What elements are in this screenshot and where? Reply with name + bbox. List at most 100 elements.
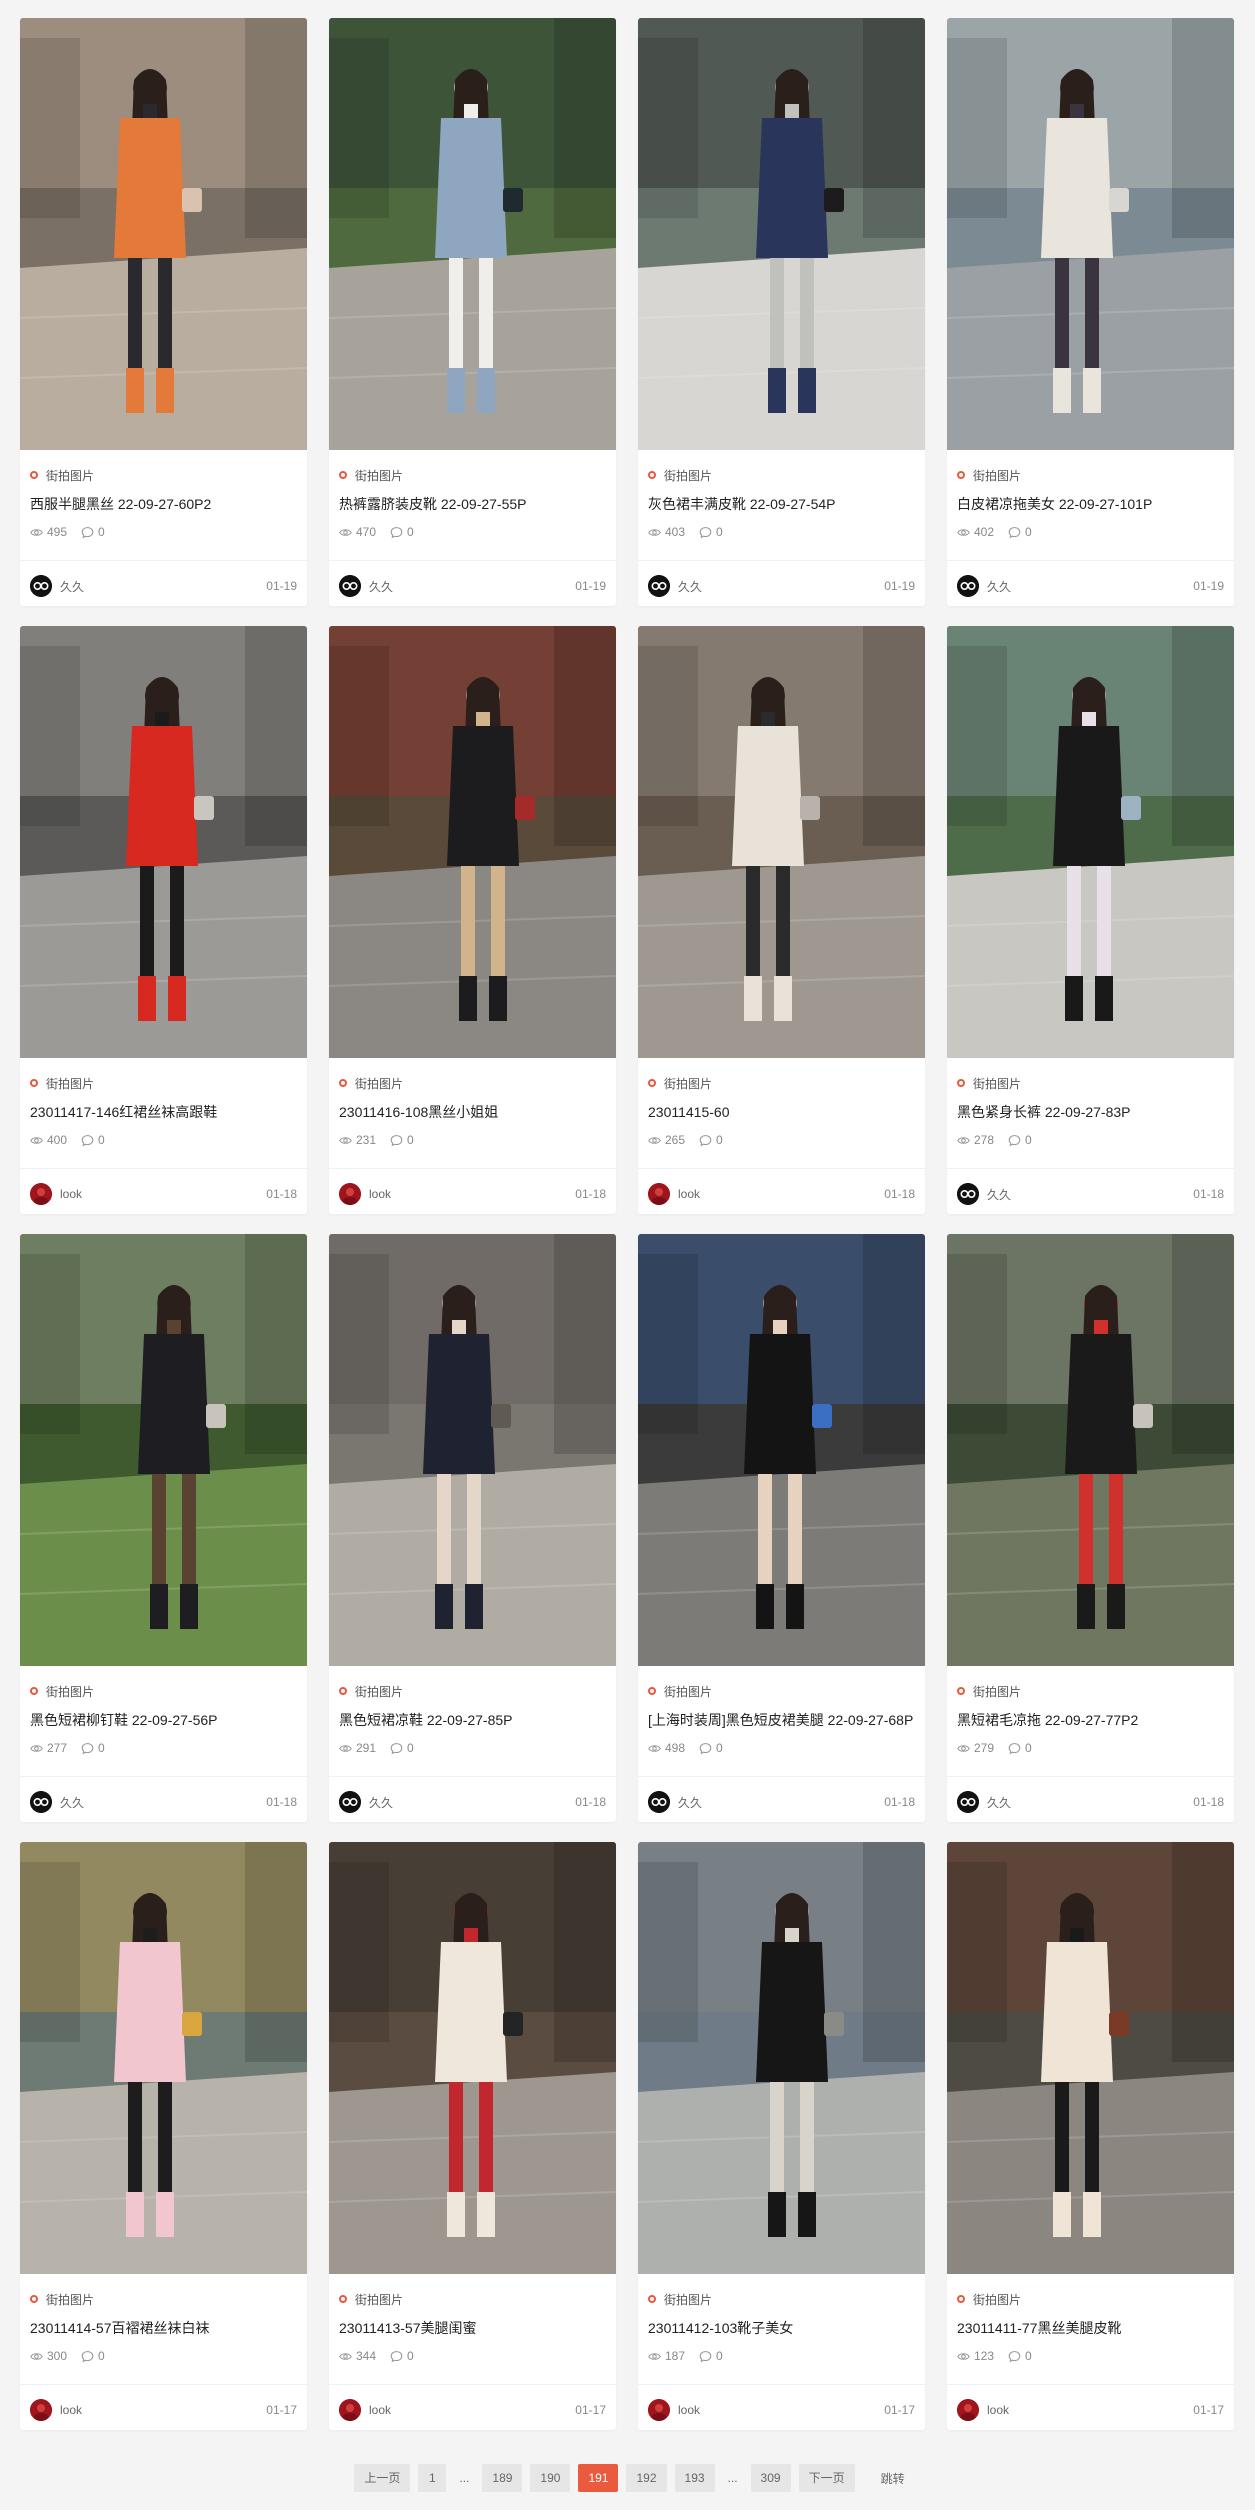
post-category[interactable]: 街拍图片 — [30, 1680, 297, 1702]
author-name[interactable]: look — [369, 1187, 575, 1201]
post-thumbnail[interactable] — [638, 1842, 925, 2274]
post-category[interactable]: 街拍图片 — [30, 2288, 297, 2310]
post-category[interactable]: 街拍图片 — [957, 464, 1224, 486]
post-thumbnail[interactable] — [947, 1234, 1234, 1666]
post-card[interactable]: 街拍图片 23011416-108黑丝小姐姐 231 0 look 01-18 — [329, 626, 616, 1214]
author-name[interactable]: 久久 — [987, 1186, 1193, 1203]
post-category[interactable]: 街拍图片 — [648, 2288, 915, 2310]
page-193-button[interactable]: 193 — [674, 2464, 715, 2492]
post-thumbnail[interactable] — [947, 626, 1234, 1058]
avatar[interactable] — [339, 2399, 361, 2421]
post-title[interactable]: 灰色裙丰满皮靴 22-09-27-54P — [648, 492, 915, 516]
post-category[interactable]: 街拍图片 — [30, 464, 297, 486]
author-name[interactable]: look — [369, 2403, 575, 2417]
post-thumbnail[interactable] — [329, 1234, 616, 1666]
avatar[interactable] — [957, 575, 979, 597]
avatar[interactable] — [30, 1183, 52, 1205]
post-card[interactable]: 街拍图片 热裤露脐装皮靴 22-09-27-55P 470 0 久久 01-19 — [329, 18, 616, 606]
avatar[interactable] — [648, 2399, 670, 2421]
author-name[interactable]: look — [60, 2403, 266, 2417]
next-page-button[interactable]: 下一页 — [798, 2464, 855, 2492]
post-title[interactable]: 西服半腿黑丝 22-09-27-60P2 — [30, 492, 297, 516]
post-category[interactable]: 街拍图片 — [957, 1680, 1224, 1702]
post-card[interactable]: 街拍图片 黑色短裙柳钉鞋 22-09-27-56P 277 0 久久 01-18 — [20, 1234, 307, 1822]
avatar[interactable] — [30, 1791, 52, 1813]
post-thumbnail[interactable] — [638, 18, 925, 450]
post-title[interactable]: 黑色紧身长裤 22-09-27-83P — [957, 1100, 1224, 1124]
post-category[interactable]: 街拍图片 — [957, 1072, 1224, 1094]
prev-page-button[interactable]: 上一页 — [354, 2464, 411, 2492]
post-title[interactable]: [上海时装周]黑色短皮裙美腿 22-09-27-68P — [648, 1708, 915, 1732]
post-card[interactable]: 街拍图片 [上海时装周]黑色短皮裙美腿 22-09-27-68P 498 0 久… — [638, 1234, 925, 1822]
post-thumbnail[interactable] — [638, 1234, 925, 1666]
page-309-button[interactable]: 309 — [750, 2464, 791, 2492]
author-name[interactable]: 久久 — [987, 578, 1193, 595]
post-card[interactable]: 街拍图片 白皮裙凉拖美女 22-09-27-101P 402 0 久久 01-1… — [947, 18, 1234, 606]
post-card[interactable]: 街拍图片 23011415-60 265 0 look 01-18 — [638, 626, 925, 1214]
avatar[interactable] — [339, 575, 361, 597]
post-title[interactable]: 白皮裙凉拖美女 22-09-27-101P — [957, 492, 1224, 516]
post-category[interactable]: 街拍图片 — [339, 1072, 606, 1094]
avatar[interactable] — [339, 1183, 361, 1205]
post-thumbnail[interactable] — [20, 626, 307, 1058]
avatar[interactable] — [648, 1183, 670, 1205]
avatar[interactable] — [957, 1791, 979, 1813]
post-title[interactable]: 黑色短裙柳钉鞋 22-09-27-56P — [30, 1708, 297, 1732]
post-title[interactable]: 热裤露脐装皮靴 22-09-27-55P — [339, 492, 606, 516]
post-category[interactable]: 街拍图片 — [339, 1680, 606, 1702]
page-1-button[interactable]: 1 — [418, 2464, 447, 2492]
post-card[interactable]: 街拍图片 23011412-103靴子美女 187 0 look 01-17 — [638, 1842, 925, 2430]
post-card[interactable]: 街拍图片 23011411-77黑丝美腿皮靴 123 0 look 01-17 — [947, 1842, 1234, 2430]
post-card[interactable]: 街拍图片 灰色裙丰满皮靴 22-09-27-54P 403 0 久久 01-19 — [638, 18, 925, 606]
post-thumbnail[interactable] — [947, 18, 1234, 450]
post-title[interactable]: 23011412-103靴子美女 — [648, 2316, 915, 2340]
page-190-button[interactable]: 190 — [530, 2464, 571, 2492]
post-category[interactable]: 街拍图片 — [30, 1072, 297, 1094]
post-title[interactable]: 23011413-57美腿闺蜜 — [339, 2316, 606, 2340]
post-category[interactable]: 街拍图片 — [648, 1680, 915, 1702]
author-name[interactable]: 久久 — [60, 1794, 266, 1811]
post-title[interactable]: 23011415-60 — [648, 1100, 915, 1124]
post-title[interactable]: 黑短裙毛凉拖 22-09-27-77P2 — [957, 1708, 1224, 1732]
avatar[interactable] — [339, 1791, 361, 1813]
post-category[interactable]: 街拍图片 — [648, 464, 915, 486]
author-name[interactable]: 久久 — [369, 578, 575, 595]
page-192-button[interactable]: 192 — [626, 2464, 667, 2492]
post-category[interactable]: 街拍图片 — [339, 464, 606, 486]
post-thumbnail[interactable] — [947, 1842, 1234, 2274]
post-thumbnail[interactable] — [329, 1842, 616, 2274]
author-name[interactable]: look — [60, 1187, 266, 1201]
post-title[interactable]: 23011414-57百褶裙丝袜白袜 — [30, 2316, 297, 2340]
avatar[interactable] — [648, 1791, 670, 1813]
post-card[interactable]: 街拍图片 23011414-57百褶裙丝袜白袜 300 0 look 01-17 — [20, 1842, 307, 2430]
post-category[interactable]: 街拍图片 — [957, 2288, 1224, 2310]
post-thumbnail[interactable] — [20, 18, 307, 450]
author-name[interactable]: look — [678, 1187, 884, 1201]
avatar[interactable] — [648, 575, 670, 597]
post-thumbnail[interactable] — [638, 626, 925, 1058]
avatar[interactable] — [957, 1183, 979, 1205]
post-title[interactable]: 黑色短裙凉鞋 22-09-27-85P — [339, 1708, 606, 1732]
avatar[interactable] — [957, 2399, 979, 2421]
author-name[interactable]: look — [987, 2403, 1193, 2417]
post-thumbnail[interactable] — [20, 1842, 307, 2274]
post-category[interactable]: 街拍图片 — [339, 2288, 606, 2310]
post-thumbnail[interactable] — [329, 18, 616, 450]
author-name[interactable]: 久久 — [60, 578, 266, 595]
post-card[interactable]: 街拍图片 黑色短裙凉鞋 22-09-27-85P 291 0 久久 01-18 — [329, 1234, 616, 1822]
post-category[interactable]: 街拍图片 — [648, 1072, 915, 1094]
post-card[interactable]: 街拍图片 23011417-146红裙丝袜高跟鞋 400 0 look 01-1… — [20, 626, 307, 1214]
author-name[interactable]: 久久 — [678, 1794, 884, 1811]
post-title[interactable]: 23011417-146红裙丝袜高跟鞋 — [30, 1100, 297, 1124]
jump-page-button[interactable]: 跳转 — [881, 2470, 905, 2487]
page-189-button[interactable]: 189 — [482, 2464, 523, 2492]
current-page-button[interactable]: 191 — [578, 2464, 619, 2492]
post-card[interactable]: 街拍图片 黑短裙毛凉拖 22-09-27-77P2 279 0 久久 01-18 — [947, 1234, 1234, 1822]
author-name[interactable]: 久久 — [369, 1794, 575, 1811]
author-name[interactable]: look — [678, 2403, 884, 2417]
post-thumbnail[interactable] — [329, 626, 616, 1058]
post-thumbnail[interactable] — [20, 1234, 307, 1666]
post-card[interactable]: 街拍图片 23011413-57美腿闺蜜 344 0 look 01-17 — [329, 1842, 616, 2430]
avatar[interactable] — [30, 575, 52, 597]
author-name[interactable]: 久久 — [678, 578, 884, 595]
